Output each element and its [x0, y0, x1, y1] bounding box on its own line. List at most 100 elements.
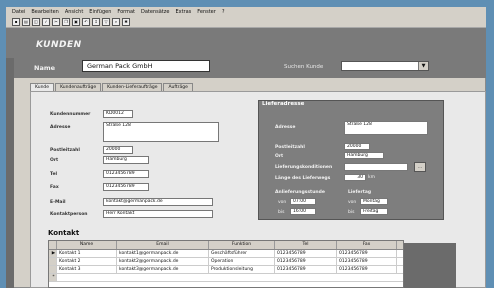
- table-row[interactable]: Kontakt 2 kontakt2@germanpack.de Operati…: [49, 258, 403, 266]
- cell-fax[interactable]: 0123456789: [337, 250, 397, 257]
- lieferfrist-unit: km: [368, 175, 375, 180]
- toolbar: ▪ ▤ ◫ ✓ ✂ ❐ ▣ ↶ ↕ ▽ ⌕ ✱: [6, 17, 486, 28]
- menu-format[interactable]: Format: [117, 9, 135, 15]
- cell-fax[interactable]: 0123456789: [337, 266, 397, 273]
- table-row[interactable]: Kontakt 3 kontakt3@germanpack.de Produkt…: [49, 266, 403, 274]
- menu-fenster[interactable]: Fenster: [197, 9, 216, 15]
- cell-name[interactable]: Kontakt 3: [57, 266, 117, 273]
- bis-day-field[interactable]: Freitag: [360, 208, 388, 215]
- kontaktperson-label: Kontaktperson: [50, 212, 88, 217]
- menu-ansicht[interactable]: Ansicht: [65, 9, 83, 15]
- liefertag-heading: Liefertag: [348, 190, 372, 195]
- kundennummer-field[interactable]: KD0012: [103, 110, 133, 118]
- adresse-field[interactable]: Straße 128: [103, 122, 219, 142]
- undo-icon[interactable]: ↶: [82, 18, 90, 26]
- save-icon[interactable]: ▪: [12, 18, 20, 26]
- liefer-adresse-field[interactable]: Straße 128: [344, 121, 428, 135]
- menu-bearbeiten[interactable]: Bearbeiten: [31, 9, 58, 15]
- col-email[interactable]: Email: [117, 241, 209, 249]
- menu-datei[interactable]: Datei: [12, 9, 25, 15]
- liefer-ort-field[interactable]: Hamburg: [344, 152, 384, 159]
- cell-funktion[interactable]: Operation: [209, 258, 275, 265]
- ort-label: Ort: [50, 158, 59, 163]
- cell-funktion[interactable]: Geschäftsführer: [209, 250, 275, 257]
- menu-datensaetze[interactable]: Datensätze: [141, 9, 169, 15]
- cell-tel[interactable]: 0123456789: [275, 258, 337, 265]
- email-field[interactable]: kontakt@germanpack.de: [103, 198, 213, 206]
- lieferfrist-field[interactable]: 30: [344, 174, 366, 181]
- kontakt-heading: Kontakt: [48, 229, 80, 237]
- postleitzahl-label: Postleitzahl: [50, 148, 80, 153]
- col-name[interactable]: Name: [57, 241, 117, 249]
- cell-email[interactable]: kontakt2@germanpack.de: [117, 258, 209, 265]
- von-time-label: von: [278, 200, 287, 205]
- email-label: E-Mail: [50, 200, 66, 205]
- menu-help[interactable]: ?: [222, 9, 225, 15]
- cell-name[interactable]: Kontakt 1: [57, 250, 117, 257]
- paste-icon[interactable]: ▣: [72, 18, 80, 26]
- menu-einfuegen[interactable]: Einfügen: [89, 9, 111, 15]
- cell-funktion[interactable]: Produktionsleitung: [209, 266, 275, 273]
- kundennummer-label: Kundennummer: [50, 112, 91, 117]
- cell-fax[interactable]: 0123456789: [337, 258, 397, 265]
- cell-tel[interactable]: 0123456789: [275, 266, 337, 273]
- liefer-plz-field[interactable]: 20000: [344, 143, 370, 150]
- cell-tel[interactable]: 0123456789: [275, 250, 337, 257]
- lieferadresse-title: Lieferadresse: [262, 101, 305, 107]
- von-time-field[interactable]: 07:00: [290, 198, 316, 205]
- col-funktion[interactable]: Funktion: [209, 241, 275, 249]
- menu-extras[interactable]: Extras: [175, 9, 191, 15]
- von-day-field[interactable]: Montag: [360, 198, 388, 205]
- bis-time-field[interactable]: 16:00: [290, 208, 316, 215]
- new-record-icon[interactable]: ✱: [122, 18, 130, 26]
- row-selector[interactable]: [49, 258, 57, 265]
- record-selector-bar[interactable]: [6, 58, 14, 288]
- fax-field[interactable]: 0123456789: [103, 183, 149, 191]
- sort-icon[interactable]: ↕: [92, 18, 100, 26]
- copy-icon[interactable]: ❐: [62, 18, 70, 26]
- grid-corner: [49, 241, 57, 249]
- cell-email[interactable]: kontakt3@germanpack.de: [117, 266, 209, 273]
- find-icon[interactable]: ⌕: [112, 18, 120, 26]
- lieferungskonditionen-field[interactable]: [344, 163, 408, 171]
- anlieferungsstunde-heading: Anlieferungsstunde: [275, 190, 325, 195]
- liefer-ort-label: Ort: [275, 154, 284, 159]
- menu-bar: Datei Bearbeiten Ansicht Einfügen Format…: [6, 7, 486, 17]
- liefer-adresse-label: Adresse: [275, 125, 296, 130]
- kontaktperson-field[interactable]: Herr Kontakt: [103, 210, 213, 218]
- current-record-icon[interactable]: ▶: [49, 250, 57, 257]
- spell-icon[interactable]: ✓: [42, 18, 50, 26]
- row-selector[interactable]: [49, 266, 57, 273]
- ort-field[interactable]: Hamburg: [103, 156, 149, 164]
- cut-icon[interactable]: ✂: [52, 18, 60, 26]
- preview-icon[interactable]: ◫: [32, 18, 40, 26]
- von-day-label: von: [348, 200, 357, 205]
- search-customer-select[interactable]: ▼: [341, 61, 429, 71]
- cell-email[interactable]: kontakt1@germanpack.de: [117, 250, 209, 257]
- lieferungskonditionen-label: Lieferungskonditionen: [275, 165, 333, 170]
- table-row[interactable]: ▶ Kontakt 1 kontakt1@germanpack.de Gesch…: [49, 250, 403, 258]
- kontakt-grid: Name Email Funktion Tel Fax ▶ Kontakt 1 …: [48, 240, 404, 288]
- adresse-label: Adresse: [50, 125, 71, 130]
- search-label: Suchen Kunde: [284, 64, 324, 70]
- print-icon[interactable]: ▤: [22, 18, 30, 26]
- tel-label: Tel: [50, 172, 58, 177]
- col-tel[interactable]: Tel: [275, 241, 337, 249]
- form-title: KUNDEN: [36, 40, 82, 50]
- col-fax[interactable]: Fax: [337, 241, 397, 249]
- postleitzahl-field[interactable]: 20000: [103, 146, 133, 154]
- lieferungskonditionen-button[interactable]: ...: [414, 162, 426, 172]
- contact-photo: [404, 243, 456, 288]
- filter-icon[interactable]: ▽: [102, 18, 110, 26]
- fax-label: Fax: [50, 185, 59, 190]
- name-input[interactable]: German Pack GmbH: [82, 60, 210, 72]
- lieferfrist-label: Länge des Lieferwegs: [275, 176, 331, 181]
- tel-field[interactable]: 0123456789: [103, 170, 149, 178]
- new-record-marker[interactable]: *: [49, 274, 57, 281]
- bis-day-label: bis: [348, 210, 355, 215]
- kontakt-grid-header: Name Email Funktion Tel Fax: [49, 241, 403, 250]
- bis-time-label: bis: [278, 210, 285, 215]
- table-row-new[interactable]: *: [49, 274, 403, 282]
- cell-name[interactable]: Kontakt 2: [57, 258, 117, 265]
- chevron-down-icon[interactable]: ▼: [418, 62, 428, 70]
